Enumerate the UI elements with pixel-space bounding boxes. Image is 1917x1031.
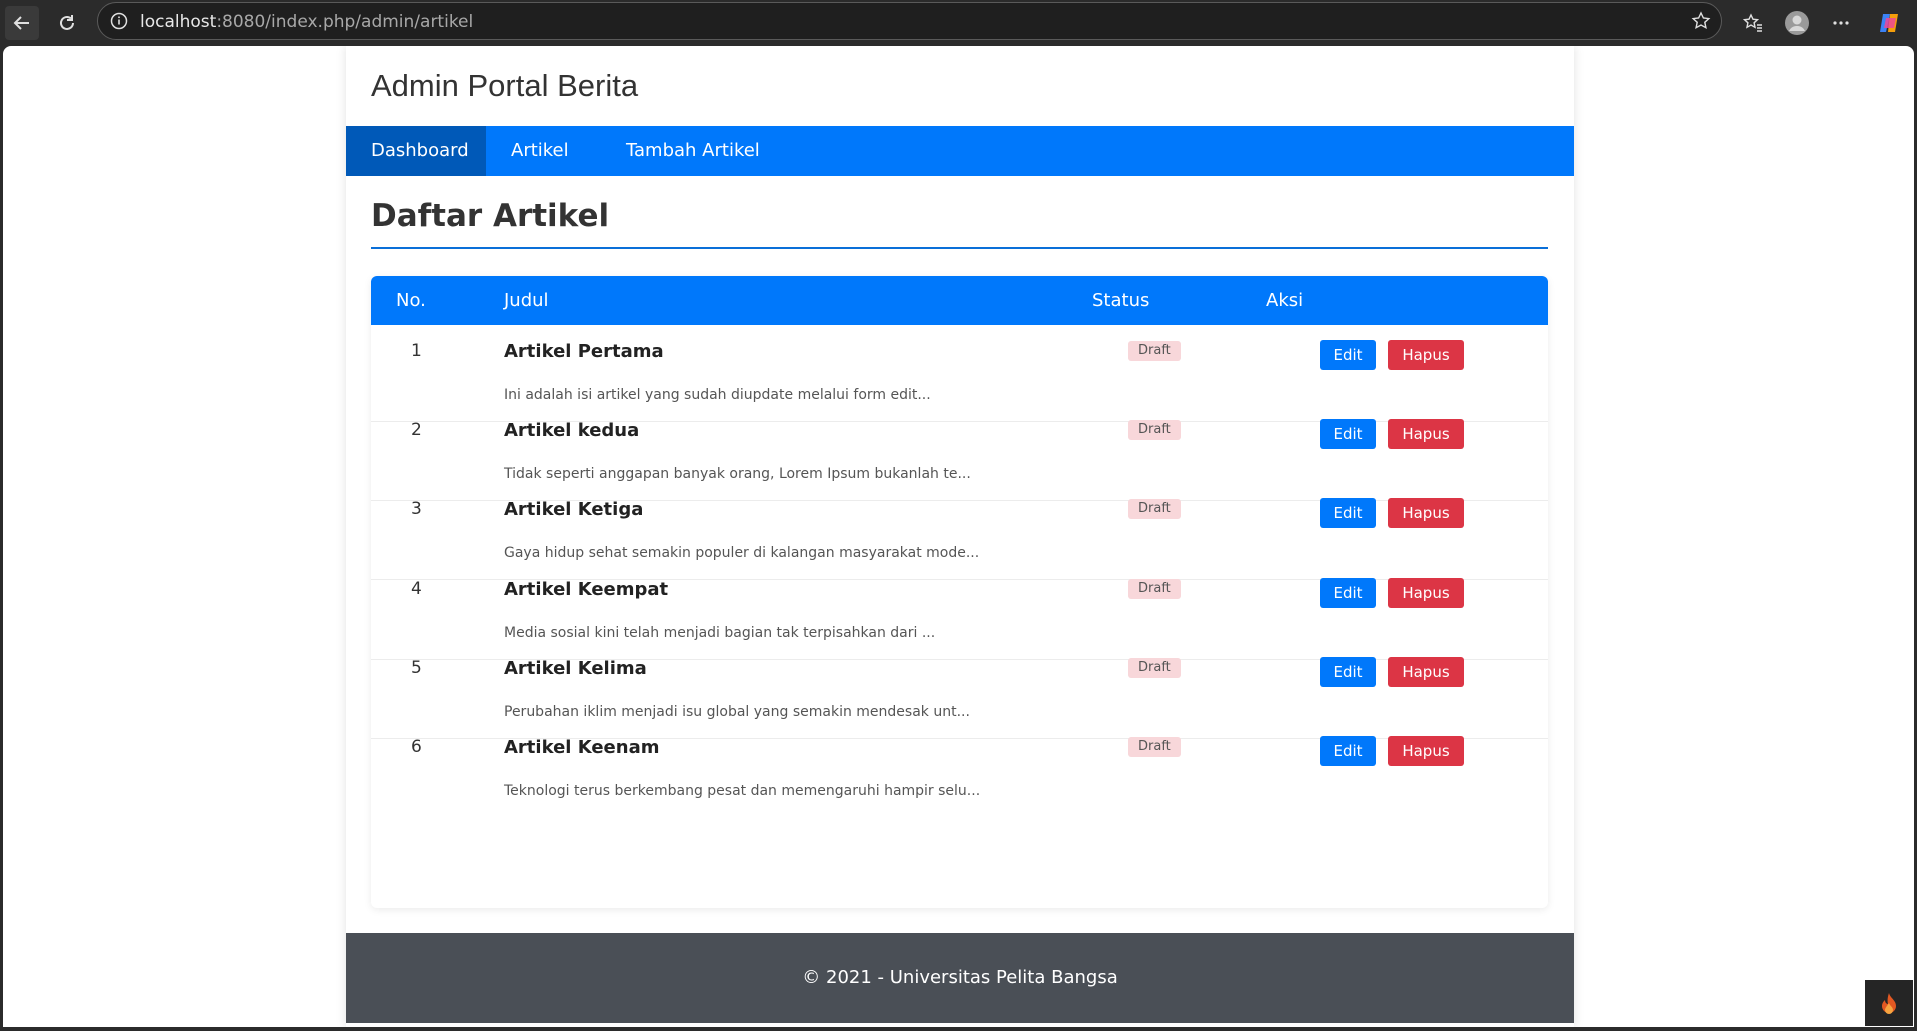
table-row: 6 Artikel Keenam Teknologi terus berkemb… xyxy=(371,721,1548,818)
delete-button[interactable]: Hapus xyxy=(1388,578,1464,608)
article-table: No. Judul Status Aksi 1 Artikel Pertama … xyxy=(371,276,1548,908)
url-text: localhost:8080/index.php/admin/artikel xyxy=(140,12,473,32)
row-number: 1 xyxy=(411,341,422,361)
row-number: 6 xyxy=(411,737,422,757)
table-header: No. Judul Status Aksi xyxy=(371,276,1548,325)
star-icon[interactable] xyxy=(1691,11,1711,35)
header-judul: Judul xyxy=(504,290,549,311)
address-bar[interactable]: localhost:8080/index.php/admin/artikel xyxy=(97,2,1722,40)
row-number: 3 xyxy=(411,499,422,519)
row-number: 2 xyxy=(411,420,422,440)
copilot-icon[interactable] xyxy=(1874,7,1906,39)
article-title: Artikel Keenam xyxy=(504,737,660,758)
delete-button[interactable]: Hapus xyxy=(1388,340,1464,370)
delete-button[interactable]: Hapus xyxy=(1388,657,1464,687)
edit-button[interactable]: Edit xyxy=(1320,578,1376,608)
title-divider xyxy=(371,247,1548,249)
header-aksi: Aksi xyxy=(1266,290,1304,311)
status-badge: Draft xyxy=(1128,737,1181,757)
header-status: Status xyxy=(1092,290,1150,311)
article-excerpt: Media sosial kini telah menjadi bagian t… xyxy=(504,625,936,641)
edit-button[interactable]: Edit xyxy=(1320,498,1376,528)
main-container: Admin Portal Berita Dashboard Artikel Ta… xyxy=(346,46,1574,1027)
article-excerpt: Tidak seperti anggapan banyak orang, Lor… xyxy=(504,466,971,482)
edit-button[interactable]: Edit xyxy=(1320,657,1376,687)
article-title: Artikel Ketiga xyxy=(504,499,644,520)
site-header: Admin Portal Berita xyxy=(346,46,1574,126)
back-button[interactable] xyxy=(5,6,39,40)
edit-button[interactable]: Edit xyxy=(1320,736,1376,766)
article-title: Artikel Pertama xyxy=(504,341,664,362)
page-title: Daftar Artikel xyxy=(371,198,610,234)
article-title: Artikel Keempat xyxy=(504,579,669,600)
delete-button[interactable]: Hapus xyxy=(1388,736,1464,766)
footer-copyright: © 2021 - Universitas Pelita Bangsa xyxy=(802,967,1118,988)
nav-dashboard[interactable]: Dashboard xyxy=(346,126,486,176)
favorites-icon[interactable] xyxy=(1737,7,1769,39)
url-path: :8080/index.php/admin/artikel xyxy=(216,12,474,32)
status-badge: Draft xyxy=(1128,579,1181,599)
article-excerpt: Ini adalah isi artikel yang sudah diupda… xyxy=(504,387,931,403)
header-no: No. xyxy=(396,290,426,311)
delete-button[interactable]: Hapus xyxy=(1388,498,1464,528)
back-arrow-icon xyxy=(13,16,29,30)
article-excerpt: Gaya hidup sehat semakin populer di kala… xyxy=(504,545,980,561)
status-badge: Draft xyxy=(1128,499,1181,519)
browser-toolbar: localhost:8080/index.php/admin/artikel xyxy=(0,0,1917,46)
main-nav: Dashboard Artikel Tambah Artikel xyxy=(346,126,1574,176)
article-title: Artikel kedua xyxy=(504,420,640,441)
page-viewport: Admin Portal Berita Dashboard Artikel Ta… xyxy=(3,46,1914,1027)
edit-button[interactable]: Edit xyxy=(1320,419,1376,449)
flame-icon xyxy=(1882,993,1896,1014)
row-number: 5 xyxy=(411,658,422,678)
site-footer: © 2021 - Universitas Pelita Bangsa xyxy=(346,933,1574,1023)
edit-button[interactable]: Edit xyxy=(1320,340,1376,370)
more-icon[interactable] xyxy=(1825,7,1857,39)
debug-toolbar-toggle[interactable] xyxy=(1865,980,1913,1026)
status-badge: Draft xyxy=(1128,420,1181,440)
site-title: Admin Portal Berita xyxy=(371,68,639,103)
nav-tambah-artikel[interactable]: Tambah Artikel xyxy=(601,126,785,176)
reload-button[interactable] xyxy=(50,6,84,40)
article-excerpt: Teknologi terus berkembang pesat dan mem… xyxy=(504,783,981,799)
status-badge: Draft xyxy=(1128,658,1181,678)
row-number: 4 xyxy=(411,579,422,599)
article-title: Artikel Kelima xyxy=(504,658,647,679)
delete-button[interactable]: Hapus xyxy=(1388,419,1464,449)
profile-icon[interactable] xyxy=(1781,7,1813,39)
reload-icon xyxy=(60,15,74,30)
status-badge: Draft xyxy=(1128,341,1181,361)
url-host: localhost xyxy=(140,12,217,32)
site-info-icon[interactable] xyxy=(110,12,128,34)
nav-artikel[interactable]: Artikel xyxy=(486,126,594,176)
article-excerpt: Perubahan iklim menjadi isu global yang … xyxy=(504,704,970,720)
